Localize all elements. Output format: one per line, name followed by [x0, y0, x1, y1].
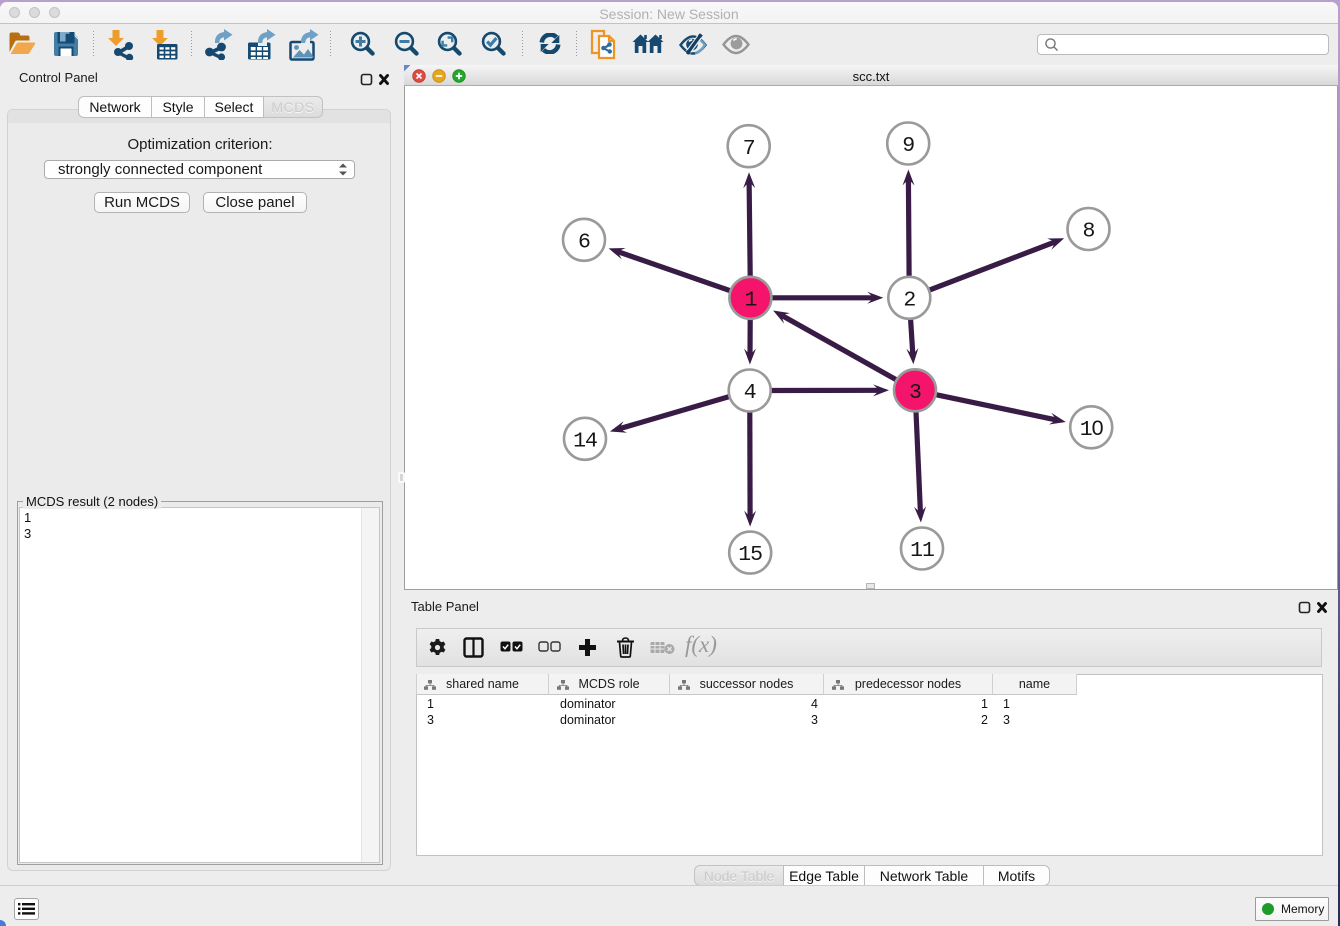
svg-text:9: 9	[902, 134, 914, 158]
svg-text:7: 7	[743, 137, 755, 161]
svg-text:15: 15	[738, 543, 762, 567]
svg-text:2: 2	[903, 288, 915, 312]
svg-text:4: 4	[744, 381, 756, 405]
svg-text:1: 1	[744, 288, 756, 312]
svg-text:6: 6	[578, 230, 590, 254]
svg-text:11: 11	[910, 539, 934, 563]
svg-text:10: 10	[1080, 416, 1104, 442]
svg-text:8: 8	[1083, 220, 1095, 244]
svg-text:3: 3	[909, 381, 921, 405]
svg-text:14: 14	[573, 429, 597, 453]
